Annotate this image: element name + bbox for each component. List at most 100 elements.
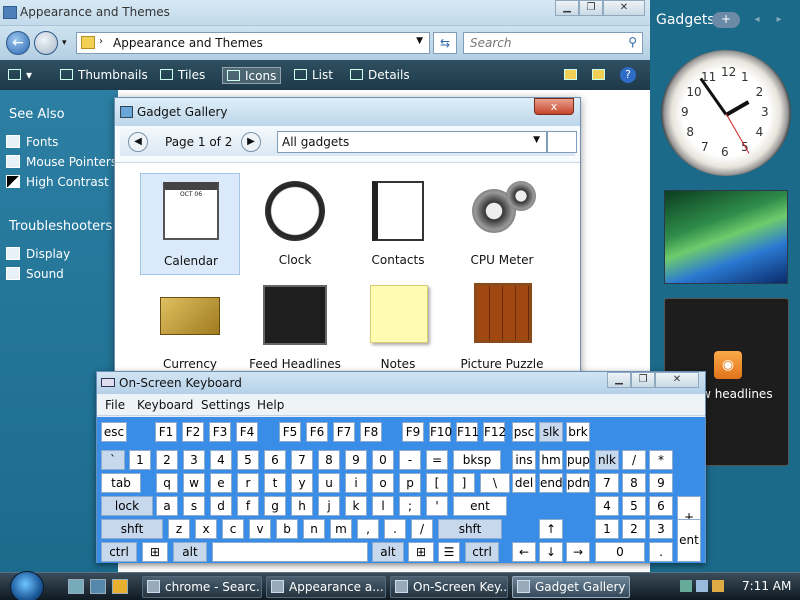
key-lock[interactable]: lock	[101, 496, 153, 516]
key-.[interactable]: .	[649, 542, 673, 562]
key-*[interactable]: *	[649, 450, 673, 470]
osk-maximize-button[interactable]: ❐	[631, 372, 655, 388]
key-w[interactable]: w	[183, 473, 205, 493]
sidebar-item-display[interactable]: Display	[6, 247, 70, 261]
key-tab[interactable]: tab	[101, 473, 141, 493]
menu-help[interactable]: Help	[257, 398, 284, 412]
space-key[interactable]	[212, 542, 368, 562]
key-↓[interactable]: ↓	[539, 542, 563, 562]
key-F8[interactable]: F8	[360, 422, 382, 442]
key-bksp[interactable]: bksp	[453, 450, 501, 470]
menu-keyboard[interactable]: Keyboard	[137, 398, 193, 412]
tiles-button[interactable]: Tiles	[160, 67, 205, 84]
osk-minimize-button[interactable]: ▁	[607, 372, 631, 388]
key-z[interactable]: z	[168, 519, 190, 539]
key-6[interactable]: 6	[264, 450, 286, 470]
organize-icon[interactable]: ▾	[8, 67, 32, 84]
prev-page-icon[interactable]: ◀	[128, 132, 148, 152]
key-nlk[interactable]: nlk	[595, 450, 619, 470]
key-ctrl[interactable]: ctrl	[101, 542, 137, 562]
new-folder-icon[interactable]	[564, 67, 582, 84]
clock-time[interactable]: 7:11 AM	[742, 579, 791, 593]
osk-close-button[interactable]: ✕	[655, 372, 699, 388]
key-ins[interactable]: ins	[512, 450, 536, 470]
gallery-close-button[interactable]: x	[534, 98, 574, 115]
gadget-picture-puzzle[interactable]: Picture Puzzle	[452, 277, 552, 379]
key-3[interactable]: 3	[183, 450, 205, 470]
key-end[interactable]: end	[539, 473, 563, 493]
windows-key-icon[interactable]: ⊞	[142, 542, 168, 562]
key-q[interactable]: q	[156, 473, 178, 493]
gadget-notes[interactable]: Notes	[348, 277, 448, 379]
key-/[interactable]: /	[622, 450, 646, 470]
key-F5[interactable]: F5	[279, 422, 301, 442]
key-u[interactable]: u	[318, 473, 340, 493]
key-b[interactable]: b	[276, 519, 298, 539]
key-shft[interactable]: shft	[438, 519, 502, 539]
key-brk[interactable]: brk	[566, 422, 590, 442]
breadcrumb-chevron-icon[interactable]: ›	[99, 36, 103, 47]
sidebar-item-high-contrast[interactable]: High Contrast	[6, 175, 109, 189]
key-6[interactable]: 6	[649, 496, 673, 516]
network-icon[interactable]	[680, 580, 692, 592]
key-pdn[interactable]: pdn	[566, 473, 590, 493]
key-alt[interactable]: alt	[372, 542, 404, 562]
volume-icon[interactable]	[696, 580, 708, 592]
sidebar-item-sound[interactable]: Sound	[6, 267, 64, 281]
search-tray-icon[interactable]	[712, 580, 724, 592]
key-f[interactable]: f	[237, 496, 259, 516]
show-desktop-icon[interactable]	[68, 579, 84, 594]
task-on-screen-keyboard[interactable]: On-Screen Key...	[390, 576, 508, 598]
key-g[interactable]: g	[264, 496, 286, 516]
key-F12[interactable]: F12	[483, 422, 506, 442]
key-'[interactable]: '	[426, 496, 448, 516]
key-h[interactable]: h	[291, 496, 313, 516]
gadget-filter-select[interactable]: All gadgets ▼	[277, 131, 547, 153]
key-,[interactable]: ,	[357, 519, 379, 539]
key-9[interactable]: 9	[649, 473, 673, 493]
minimize-button[interactable]: ▁	[555, 0, 579, 16]
key-y[interactable]: y	[291, 473, 313, 493]
gadget-cpu-meter[interactable]: CPU Meter	[452, 173, 552, 275]
key-7[interactable]: 7	[291, 450, 313, 470]
key-][interactable]: ]	[453, 473, 475, 493]
key-hm[interactable]: hm	[539, 450, 563, 470]
gadget-calendar[interactable]: OCT 06 Calendar	[140, 173, 240, 275]
key-F11[interactable]: F11	[456, 422, 479, 442]
key-→[interactable]: →	[566, 542, 590, 562]
key-4[interactable]: 4	[210, 450, 232, 470]
osk-titlebar[interactable]: On-Screen Keyboard ▁ ❐ ✕	[97, 372, 705, 394]
gadget-currency[interactable]: Currency	[140, 277, 240, 379]
history-dropdown-icon[interactable]: ▾	[62, 38, 67, 48]
key-3[interactable]: 3	[649, 519, 673, 539]
thumbnails-button[interactable]: Thumbnails	[60, 67, 148, 84]
key-2[interactable]: 2	[622, 519, 646, 539]
key-/[interactable]: /	[411, 519, 433, 539]
menu-settings[interactable]: Settings	[201, 398, 250, 412]
key-v[interactable]: v	[249, 519, 271, 539]
key-pup[interactable]: pup	[566, 450, 590, 470]
key-2[interactable]: 2	[156, 450, 178, 470]
key-F6[interactable]: F6	[306, 422, 328, 442]
key-0[interactable]: 0	[595, 542, 645, 562]
key-j[interactable]: j	[318, 496, 340, 516]
key-F4[interactable]: F4	[236, 422, 258, 442]
key-l[interactable]: l	[372, 496, 394, 516]
menu-file[interactable]: File	[105, 398, 125, 412]
task-chrome[interactable]: chrome - Searc...	[142, 576, 262, 598]
key-psc[interactable]: psc	[512, 422, 536, 442]
key-;[interactable]: ;	[399, 496, 421, 516]
key-F3[interactable]: F3	[209, 422, 231, 442]
key-`[interactable]: `	[101, 450, 125, 470]
key-4[interactable]: 4	[595, 496, 619, 516]
help-icon[interactable]: ?	[620, 67, 636, 83]
key-p[interactable]: p	[399, 473, 421, 493]
key-ent[interactable]: ent	[677, 519, 701, 562]
key-c[interactable]: c	[222, 519, 244, 539]
maximize-button[interactable]: ❐	[579, 0, 603, 16]
key-F1[interactable]: F1	[155, 422, 177, 442]
key-ctrl[interactable]: ctrl	[465, 542, 499, 562]
key-F7[interactable]: F7	[333, 422, 355, 442]
slideshow-gadget[interactable]	[664, 190, 788, 284]
key-1[interactable]: 1	[595, 519, 619, 539]
